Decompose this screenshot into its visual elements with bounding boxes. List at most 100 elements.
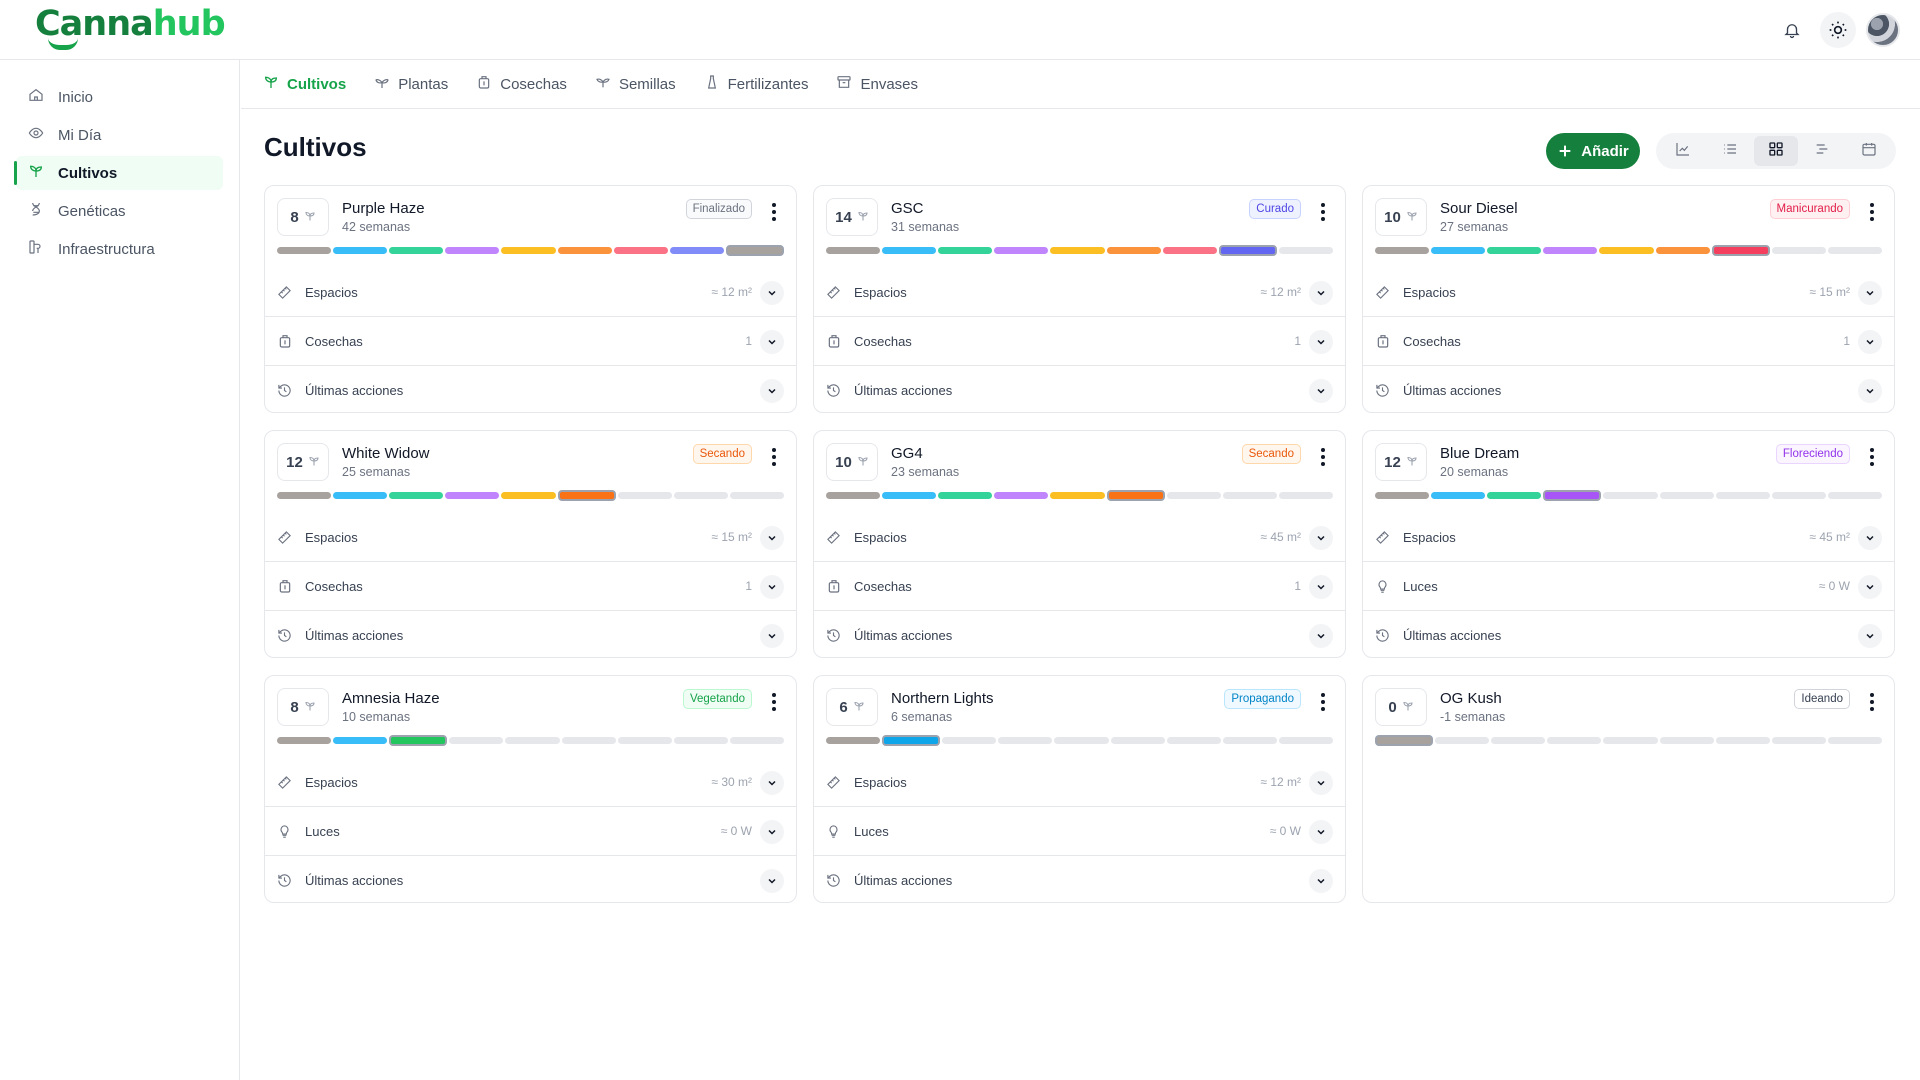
chevron-down-icon[interactable]	[1858, 575, 1882, 599]
crop-name[interactable]: Amnesia Haze	[342, 690, 440, 707]
chevron-down-icon[interactable]	[760, 575, 784, 599]
calendar-view-button[interactable]	[1847, 136, 1891, 166]
chevron-down-icon[interactable]	[1858, 526, 1882, 550]
more-options-icon[interactable]	[764, 690, 784, 714]
chevron-down-icon[interactable]	[760, 281, 784, 305]
detail-row-espacios[interactable]: Espacios ≈ 12 m²	[814, 268, 1345, 317]
plant-icon	[857, 454, 869, 471]
list-view-button[interactable]	[1708, 136, 1752, 166]
more-options-icon[interactable]	[764, 200, 784, 224]
detail-row-espacios[interactable]: Espacios ≈ 45 m²	[814, 513, 1345, 562]
detail-row-luces[interactable]: Luces ≈ 0 W	[814, 807, 1345, 856]
detail-row-ltimasacciones[interactable]: Últimas acciones	[1363, 611, 1894, 657]
detail-row-ltimasacciones[interactable]: Últimas acciones	[265, 366, 796, 412]
tab-fertilizantes[interactable]: Fertilizantes	[704, 60, 808, 109]
detail-row-cosechas[interactable]: Cosechas 1	[814, 562, 1345, 611]
crop-card[interactable]: 14 GSC 31 semanas Curado Espacios ≈ 12 m² Cose…	[813, 185, 1346, 413]
add-button[interactable]: Añadir	[1546, 133, 1640, 169]
sidebar-item-mida[interactable]: Mi Día	[16, 118, 223, 152]
chevron-down-icon[interactable]	[760, 869, 784, 893]
status-badge: Floreciendo	[1775, 444, 1850, 464]
sidebar-item-cultivos[interactable]: Cultivos	[14, 156, 223, 190]
crop-card[interactable]: 8 Purple Haze 42 semanas Finalizado Espacios…	[264, 185, 797, 413]
detail-row-ltimasacciones[interactable]: Últimas acciones	[1363, 366, 1894, 412]
detail-row-luces[interactable]: Luces ≈ 0 W	[265, 807, 796, 856]
chevron-down-icon[interactable]	[1309, 771, 1333, 795]
crop-name[interactable]: White Widow	[342, 445, 430, 462]
chevron-down-icon[interactable]	[1309, 624, 1333, 648]
chevron-down-icon[interactable]	[1309, 869, 1333, 893]
detail-row-espacios[interactable]: Espacios ≈ 12 m²	[265, 268, 796, 317]
chevron-down-icon[interactable]	[760, 771, 784, 795]
chevron-down-icon[interactable]	[1858, 281, 1882, 305]
crop-name[interactable]: Blue Dream	[1440, 445, 1519, 462]
chevron-down-icon[interactable]	[1858, 330, 1882, 354]
more-options-icon[interactable]	[1862, 200, 1882, 224]
detail-row-ltimasacciones[interactable]: Últimas acciones	[814, 611, 1345, 657]
sidebar-item-infraestructura[interactable]: Infraestructura	[16, 232, 223, 266]
chevron-down-icon[interactable]	[760, 379, 784, 403]
crop-card[interactable]: 6 Northern Lights 6 semanas Propagando Espac…	[813, 675, 1346, 903]
more-options-icon[interactable]	[1862, 690, 1882, 714]
detail-value: ≈ 45 m²	[1809, 530, 1850, 544]
tab-plantas[interactable]: Plantas	[374, 60, 448, 109]
crop-name[interactable]: OG Kush	[1440, 690, 1502, 707]
more-options-icon[interactable]	[1313, 200, 1333, 224]
crop-card[interactable]: 8 Amnesia Haze 10 semanas Vegetando Espacios…	[264, 675, 797, 903]
chevron-down-icon[interactable]	[1858, 379, 1882, 403]
detail-row-espacios[interactable]: Espacios ≈ 15 m²	[265, 513, 796, 562]
crop-card[interactable]: 10 GG4 23 semanas Secando Espacios ≈ 45 m² Cos…	[813, 430, 1346, 658]
detail-row-ltimasacciones[interactable]: Últimas acciones	[265, 611, 796, 657]
chevron-down-icon[interactable]	[760, 330, 784, 354]
user-avatar[interactable]	[1866, 13, 1900, 47]
detail-row-cosechas[interactable]: Cosechas 1	[1363, 317, 1894, 366]
detail-row-espacios[interactable]: Espacios ≈ 45 m²	[1363, 513, 1894, 562]
chevron-down-icon[interactable]	[1309, 281, 1333, 305]
chevron-down-icon[interactable]	[760, 820, 784, 844]
detail-row-cosechas[interactable]: Cosechas 1	[814, 317, 1345, 366]
chevron-down-icon[interactable]	[760, 624, 784, 648]
stage-segment	[1771, 737, 1826, 744]
detail-row-ltimasacciones[interactable]: Últimas acciones	[814, 856, 1345, 902]
more-options-icon[interactable]	[764, 445, 784, 469]
crop-card[interactable]: 12 White Widow 25 semanas Secando Espacios ≈ …	[264, 430, 797, 658]
detail-row-ltimasacciones[interactable]: Últimas acciones	[265, 856, 796, 902]
detail-row-espacios[interactable]: Espacios ≈ 12 m²	[814, 758, 1345, 807]
crop-name[interactable]: GSC	[891, 200, 924, 217]
sidebar-item-inicio[interactable]: Inicio	[16, 80, 223, 114]
chevron-down-icon[interactable]	[1309, 330, 1333, 354]
tab-cultivos[interactable]: Cultivos	[263, 60, 346, 109]
crop-card[interactable]: 12 Blue Dream 20 semanas Floreciendo Espacio…	[1362, 430, 1895, 658]
timeline-view-button[interactable]	[1800, 136, 1844, 166]
tab-envases[interactable]: Envases	[836, 60, 918, 109]
crop-name[interactable]: Northern Lights	[891, 690, 994, 707]
detail-row-cosechas[interactable]: Cosechas 1	[265, 562, 796, 611]
detail-row-ltimasacciones[interactable]: Últimas acciones	[814, 366, 1345, 412]
chevron-down-icon[interactable]	[1309, 526, 1333, 550]
grid-view-button[interactable]	[1753, 136, 1798, 166]
bell-icon[interactable]	[1774, 12, 1810, 48]
crop-details: Espacios ≈ 45 m² Cosechas 1 Últimas acciones	[814, 513, 1345, 657]
tab-cosechas[interactable]: Cosechas	[476, 60, 567, 109]
crop-card[interactable]: 10 Sour Diesel 27 semanas Manicurando Espaci…	[1362, 185, 1895, 413]
more-options-icon[interactable]	[1313, 445, 1333, 469]
chevron-down-icon[interactable]	[1309, 820, 1333, 844]
chevron-down-icon[interactable]	[1309, 575, 1333, 599]
chevron-down-icon[interactable]	[1309, 379, 1333, 403]
chevron-down-icon[interactable]	[1858, 624, 1882, 648]
detail-row-espacios[interactable]: Espacios ≈ 15 m²	[1363, 268, 1894, 317]
more-options-icon[interactable]	[1862, 445, 1882, 469]
chart-view-button[interactable]	[1661, 136, 1705, 166]
crop-name[interactable]: Purple Haze	[342, 200, 425, 217]
sidebar-item-genticas[interactable]: Genéticas	[16, 194, 223, 228]
more-options-icon[interactable]	[1313, 690, 1333, 714]
chevron-down-icon[interactable]	[760, 526, 784, 550]
detail-row-espacios[interactable]: Espacios ≈ 30 m²	[265, 758, 796, 807]
crop-name[interactable]: Sour Diesel	[1440, 200, 1518, 217]
sun-icon[interactable]	[1820, 12, 1856, 48]
crop-name[interactable]: GG4	[891, 445, 923, 462]
detail-row-luces[interactable]: Luces ≈ 0 W	[1363, 562, 1894, 611]
tab-semillas[interactable]: Semillas	[595, 60, 676, 109]
detail-row-cosechas[interactable]: Cosechas 1	[265, 317, 796, 366]
crop-card[interactable]: 0 OG Kush -1 semanas Ideando	[1362, 675, 1895, 903]
